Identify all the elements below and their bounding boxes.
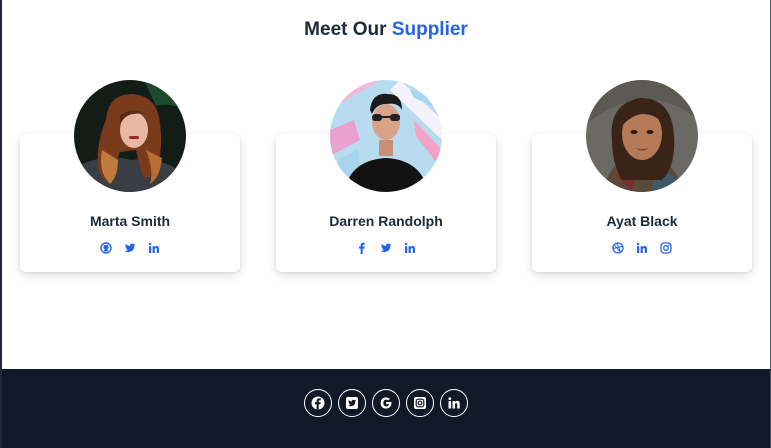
facebook-icon[interactable] (356, 242, 368, 254)
github-icon[interactable] (100, 242, 112, 254)
instagram-icon[interactable] (660, 242, 672, 254)
linkedin-icon[interactable] (636, 242, 648, 254)
footer (2, 369, 770, 448)
google-icon[interactable] (372, 389, 400, 417)
twitter-icon[interactable] (124, 242, 136, 254)
supplier-avatar-marta (74, 80, 186, 192)
section-title-prefix: Meet Our (304, 19, 387, 40)
supplier-name: Marta Smith (89, 213, 171, 229)
section-title-accent: Supplier (391, 19, 468, 40)
linkedin-icon[interactable] (148, 242, 160, 254)
instagram-icon[interactable] (406, 389, 434, 417)
dribbble-icon[interactable] (612, 242, 624, 254)
twitter-icon[interactable] (380, 242, 392, 254)
section-title: Meet Our Supplier (2, 19, 770, 41)
linkedin-icon[interactable] (404, 242, 416, 254)
supplier-avatar-darren (330, 80, 442, 192)
supplier-name: Ayat Black (606, 213, 678, 229)
twitter-icon[interactable] (338, 389, 366, 417)
supplier-avatar-ayat (586, 80, 698, 192)
supplier-socials (276, 242, 496, 254)
page: Meet Our Supplier Marta Smith Darren Ran… (0, 0, 771, 448)
supplier-section: Meet Our Supplier Marta Smith Darren Ran… (2, 0, 770, 369)
supplier-name: Darren Randolph (329, 213, 443, 229)
linkedin-icon[interactable] (440, 389, 468, 417)
footer-social-links (2, 389, 770, 417)
facebook-icon[interactable] (304, 389, 332, 417)
supplier-socials (20, 242, 240, 254)
supplier-socials (532, 242, 752, 254)
